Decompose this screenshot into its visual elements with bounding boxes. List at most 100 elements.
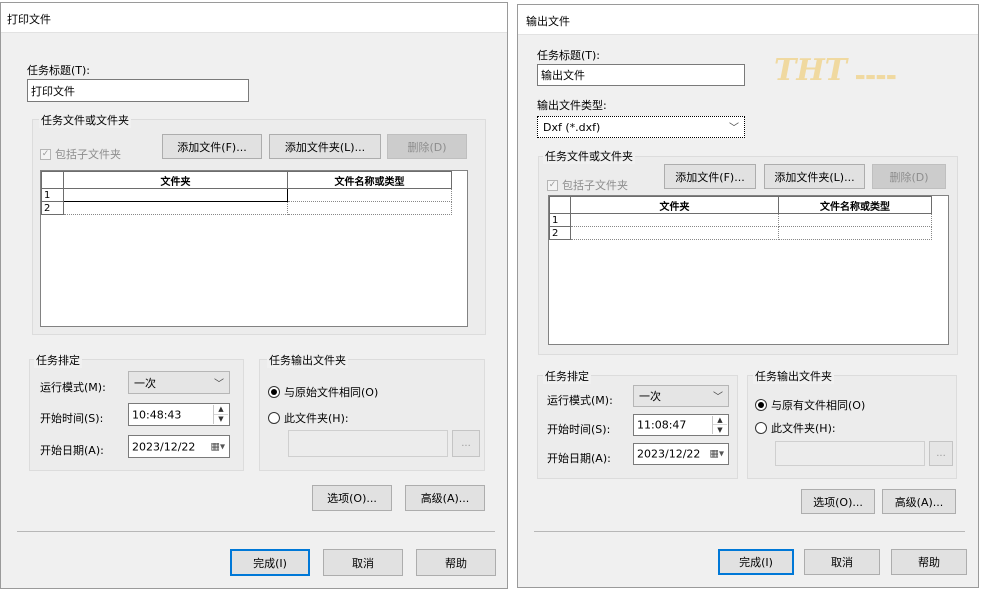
- table-row[interactable]: 1: [549, 213, 932, 227]
- radio-same-as-source[interactable]: 与原始文件相同(O): [268, 384, 378, 400]
- browse-button[interactable]: ...: [929, 441, 953, 466]
- start-date-picker[interactable]: 2023/12/22 ▦▾: [128, 435, 230, 458]
- print-files-dialog: 打印文件 任务标题(T): 打印文件 任务文件或文件夹 ✓ 包括子文件夹 添加文…: [0, 2, 508, 589]
- advanced-button[interactable]: 高级(A)...: [405, 485, 485, 511]
- add-folder-button[interactable]: 添加文件夹(L)...: [764, 164, 865, 189]
- cancel-button[interactable]: 取消: [323, 549, 403, 576]
- name-cell[interactable]: [287, 188, 452, 202]
- delete-button[interactable]: 删除(D): [872, 164, 946, 189]
- start-time-input[interactable]: 10:48:43 ▲ ▼: [128, 403, 230, 426]
- time-spinner[interactable]: ▲ ▼: [213, 405, 228, 424]
- folder-cell[interactable]: [570, 213, 779, 227]
- grid-corner: [41, 171, 64, 189]
- grid-corner: [549, 196, 571, 214]
- start-time-label: 开始时间(S):: [40, 412, 104, 425]
- output-file-type-select[interactable]: Dxf (*.dxf) ﹀: [537, 116, 745, 138]
- run-mode-value: 一次: [639, 390, 661, 403]
- include-subfolders-label: 包括子文件夹: [562, 179, 628, 192]
- chevron-down-icon: ﹀: [214, 378, 224, 390]
- finish-button[interactable]: 完成(I): [718, 549, 794, 575]
- radio-this-folder[interactable]: 此文件夹(H):: [755, 420, 836, 436]
- help-button[interactable]: 帮助: [891, 549, 967, 575]
- folder-cell[interactable]: [570, 226, 779, 240]
- name-cell[interactable]: [778, 226, 932, 240]
- add-folder-button[interactable]: 添加文件夹(L)...: [269, 134, 381, 159]
- start-time-value: 11:08:47: [637, 418, 687, 432]
- finish-button[interactable]: 完成(I): [230, 549, 310, 576]
- folder-cell[interactable]: [63, 201, 288, 215]
- calendar-icon[interactable]: ▦▾: [710, 449, 724, 460]
- add-file-button[interactable]: 添加文件(F)...: [664, 164, 756, 189]
- table-row[interactable]: 2: [549, 226, 932, 240]
- include-subfolders-checkbox[interactable]: ✓ 包括子文件夹: [40, 146, 121, 162]
- column-header-name[interactable]: 文件名称或类型: [287, 171, 452, 189]
- output-file-type-label: 输出文件类型:: [537, 99, 607, 112]
- schedule-group-title: 任务排定: [543, 368, 591, 384]
- files-grid[interactable]: 文件夹 文件名称或类型 1 2: [40, 170, 468, 327]
- grid-header-row: 文件夹 文件名称或类型: [41, 171, 452, 189]
- spin-down-icon[interactable]: ▼: [214, 415, 228, 425]
- delete-button[interactable]: 删除(D): [387, 134, 467, 159]
- row-header[interactable]: 2: [549, 226, 571, 240]
- task-title-input[interactable]: 输出文件: [537, 64, 745, 86]
- cancel-button[interactable]: 取消: [804, 549, 880, 575]
- options-button[interactable]: 选项(O)...: [801, 489, 875, 514]
- output-folder-path-input[interactable]: [288, 430, 448, 457]
- grid-header-row: 文件夹 文件名称或类型: [549, 196, 932, 214]
- schedule-group-title: 任务排定: [34, 352, 82, 368]
- run-mode-label: 运行模式(M):: [547, 394, 613, 407]
- spin-up-icon[interactable]: ▲: [214, 405, 228, 415]
- folder-cell[interactable]: [63, 188, 288, 202]
- table-row[interactable]: 1: [41, 188, 452, 202]
- files-grid[interactable]: 文件夹 文件名称或类型 1 2: [548, 195, 949, 345]
- task-title-label: 任务标题(T):: [27, 64, 91, 77]
- start-date-picker[interactable]: 2023/12/22 ▦▾: [633, 443, 729, 465]
- title-bar: 打印文件: [1, 3, 507, 33]
- spin-down-icon[interactable]: ▼: [713, 425, 727, 434]
- chevron-down-icon: ﹀: [729, 122, 739, 134]
- radio-this-folder[interactable]: 此文件夹(H):: [268, 410, 349, 426]
- table-row[interactable]: 2: [41, 201, 452, 215]
- row-header[interactable]: 1: [549, 213, 571, 227]
- start-time-value: 10:48:43: [132, 408, 182, 421]
- column-header-folder[interactable]: 文件夹: [63, 171, 288, 189]
- start-time-label: 开始时间(S):: [547, 423, 611, 436]
- radio-this-label: 此文件夹(H):: [284, 412, 349, 425]
- title-bar: 输出文件: [518, 5, 978, 35]
- radio-unselected-icon: [755, 422, 767, 434]
- output-files-dialog: 输出文件 THT ▬▬▬▬ 任务标题(T): 输出文件 输出文件类型: Dxf (…: [517, 4, 979, 588]
- output-folder-path-input[interactable]: [775, 441, 925, 466]
- calendar-icon[interactable]: ▦▾: [211, 441, 225, 452]
- task-files-group-title: 任务文件或文件夹: [39, 112, 131, 128]
- radio-same-as-source[interactable]: 与原有文件相同(O): [755, 397, 865, 413]
- name-cell[interactable]: [287, 201, 452, 215]
- advanced-button[interactable]: 高级(A)...: [882, 489, 956, 514]
- spin-up-icon[interactable]: ▲: [713, 416, 727, 425]
- run-mode-select[interactable]: 一次 ﹀: [128, 371, 230, 394]
- output-folder-group-title: 任务输出文件夹: [753, 368, 834, 384]
- time-spinner[interactable]: ▲ ▼: [712, 416, 727, 434]
- run-mode-label: 运行模式(M):: [40, 381, 106, 394]
- task-files-group-title: 任务文件或文件夹: [543, 148, 635, 164]
- start-date-value: 2023/12/22: [637, 447, 701, 461]
- separator: [534, 531, 965, 532]
- tht-watermark-logo: THT ▬▬▬▬: [774, 53, 897, 88]
- column-header-name[interactable]: 文件名称或类型: [778, 196, 932, 214]
- options-button[interactable]: 选项(O)...: [312, 485, 392, 511]
- browse-button[interactable]: ...: [452, 430, 480, 457]
- radio-unselected-icon: [268, 412, 280, 424]
- include-subfolders-checkbox[interactable]: ✓ 包括子文件夹: [547, 177, 628, 193]
- name-cell[interactable]: [778, 213, 932, 227]
- include-subfolders-label: 包括子文件夹: [55, 148, 121, 161]
- start-time-input[interactable]: 11:08:47 ▲ ▼: [633, 414, 729, 436]
- run-mode-value: 一次: [134, 376, 156, 390]
- row-header[interactable]: 2: [41, 201, 64, 215]
- add-file-button[interactable]: 添加文件(F)...: [162, 134, 262, 159]
- help-button[interactable]: 帮助: [416, 549, 496, 576]
- run-mode-select[interactable]: 一次 ﹀: [633, 385, 729, 407]
- output-folder-group-title: 任务输出文件夹: [267, 352, 348, 368]
- row-header[interactable]: 1: [41, 188, 64, 202]
- task-title-input[interactable]: 打印文件: [27, 79, 249, 102]
- separator: [17, 531, 495, 532]
- column-header-folder[interactable]: 文件夹: [570, 196, 779, 214]
